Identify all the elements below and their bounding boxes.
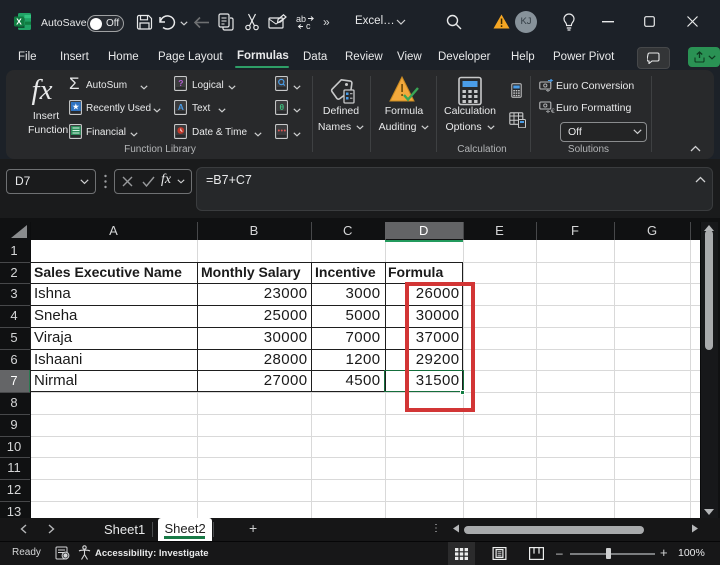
svg-text:€: € bbox=[551, 108, 555, 114]
svg-text:c: c bbox=[306, 21, 311, 31]
svg-text:?: ? bbox=[178, 78, 183, 88]
svg-text:A: A bbox=[178, 101, 184, 111]
svg-text:X: X bbox=[16, 16, 22, 26]
svg-text:★: ★ bbox=[71, 101, 79, 111]
svg-text:ab: ab bbox=[296, 14, 306, 24]
svg-text:θ: θ bbox=[279, 101, 284, 111]
